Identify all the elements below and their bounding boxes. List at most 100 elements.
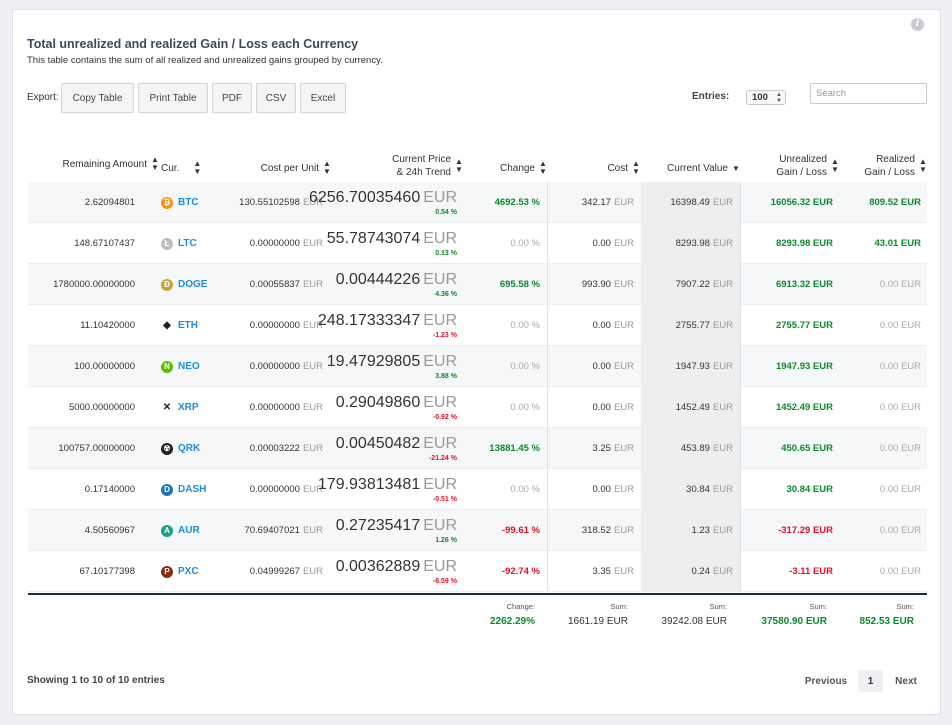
card-subtitle: This table contains the sum of all reali… bbox=[27, 55, 383, 66]
current-value-cell: 30.84 EUR bbox=[686, 484, 733, 495]
realized-gain-cell: 0.00 EUR bbox=[879, 320, 921, 331]
pdf-button[interactable]: PDF bbox=[212, 83, 252, 113]
entries-select[interactable]: 100 ▲ ▼ bbox=[746, 90, 786, 105]
current-value-cell: 16398.49 EUR bbox=[670, 197, 733, 208]
copy-table-button[interactable]: Copy Table bbox=[61, 83, 134, 113]
cost-per-unit-cell: 0.00000000 EUR bbox=[249, 320, 323, 331]
currency-cell[interactable]: P PXC bbox=[161, 551, 199, 592]
header-currency[interactable]: Cur. ▲ ▼ bbox=[161, 160, 206, 176]
unrealized-gain-cell: 30.84 EUR bbox=[786, 484, 833, 495]
realized-gain-cell: 0.00 EUR bbox=[879, 566, 921, 577]
cost-per-unit-cell: 70.69407021 EUR bbox=[244, 525, 323, 536]
remaining-amount-cell: 148.67107437 bbox=[74, 238, 135, 249]
remaining-amount-cell: 100757.00000000 bbox=[58, 443, 135, 454]
table-row: 1780000.00000000 Ð DOGE 0.00055837 EUR 0.0044… bbox=[28, 264, 927, 305]
header-current-value[interactable]: Current Value ▼ bbox=[643, 162, 740, 175]
header-remaining-amount[interactable]: Remaining Amount ▲ ▼ bbox=[33, 156, 159, 172]
cost-cell: 993.90 EUR bbox=[581, 279, 634, 290]
cost-per-unit-cell: 0.00000000 EUR bbox=[249, 361, 323, 372]
currency-link[interactable]: PXC bbox=[178, 566, 199, 577]
cost-per-unit-cell: 0.00000000 EUR bbox=[249, 238, 323, 249]
print-table-button[interactable]: Print Table bbox=[138, 83, 208, 113]
cost-per-unit-cell: 0.00055837 EUR bbox=[249, 279, 323, 290]
cost-per-unit-cell: 0.04999267 EUR bbox=[249, 566, 323, 577]
header-change[interactable]: Change ▲ ▼ bbox=[473, 160, 547, 176]
currency-link[interactable]: QRK bbox=[178, 443, 200, 454]
pagination-next[interactable]: Next bbox=[887, 670, 925, 692]
search-input[interactable] bbox=[810, 83, 927, 104]
header-realized[interactable]: Realized Gain / Loss ▲ ▼ bbox=[843, 153, 927, 179]
currency-cell[interactable]: ◆ ETH bbox=[161, 305, 198, 346]
dogecoin-icon: Ð bbox=[161, 278, 173, 291]
current-price-cell: 19.47929805 EUR 3.88 % bbox=[326, 353, 457, 380]
pagination-page-1[interactable]: 1 bbox=[858, 670, 883, 692]
remaining-amount-cell: 0.17140000 bbox=[84, 484, 135, 495]
cost-cell: 3.25 EUR bbox=[592, 443, 634, 454]
current-price-cell: 0.00444226 EUR 4.36 % bbox=[335, 271, 457, 298]
unrealized-gain-cell: 1947.93 EUR bbox=[775, 361, 833, 372]
sort-icon: ▲ ▼ bbox=[632, 159, 640, 176]
cost-cell: 0.00 EUR bbox=[592, 484, 634, 495]
currency-cell[interactable]: A AUR bbox=[161, 510, 200, 551]
currency-link[interactable]: NEO bbox=[178, 361, 200, 372]
csv-button[interactable]: CSV bbox=[256, 83, 296, 113]
current-value-cell: 1.23 EUR bbox=[691, 525, 733, 536]
unrealized-gain-cell: 1452.49 EUR bbox=[775, 402, 833, 413]
realized-gain-cell: 0.00 EUR bbox=[879, 361, 921, 372]
change-cell: 0.00 % bbox=[510, 484, 540, 495]
remaining-amount-cell: 5000.00000000 bbox=[68, 402, 135, 413]
currency-cell[interactable]: N NEO bbox=[161, 346, 200, 387]
excel-button[interactable]: Excel bbox=[300, 83, 346, 113]
header-cost-per-unit[interactable]: Cost per Unit ▲ ▼ bbox=[213, 159, 331, 176]
litecoin-icon: Ł bbox=[161, 237, 173, 250]
unrealized-gain-cell: 2755.77 EUR bbox=[775, 320, 833, 331]
info-icon[interactable]: i bbox=[911, 18, 924, 31]
currency-link[interactable]: XRP bbox=[178, 402, 199, 413]
current-price-cell: 248.17333347 EUR -1.23 % bbox=[317, 312, 457, 339]
currency-link[interactable]: BTC bbox=[178, 197, 199, 208]
currency-cell[interactable]: Ð DOGE bbox=[161, 264, 207, 305]
remaining-amount-cell: 11.10420000 bbox=[80, 320, 135, 331]
sort-icon: ▲ ▼ bbox=[831, 157, 839, 174]
current-price-cell: 0.27235417 EUR 1.26 % bbox=[335, 517, 457, 544]
current-value-cell: 453.89 EUR bbox=[680, 443, 733, 454]
footer-change-value: 2262.29% bbox=[489, 616, 535, 627]
currency-cell[interactable]: ✕ XRP bbox=[161, 387, 199, 428]
current-value-cell: 2755.77 EUR bbox=[675, 320, 733, 331]
auroracoin-icon: A bbox=[161, 524, 173, 537]
currency-link[interactable]: LTC bbox=[178, 238, 197, 249]
cost-per-unit-cell: 0.00000000 EUR bbox=[249, 484, 323, 495]
currency-cell[interactable]: ₿ BTC bbox=[161, 182, 199, 223]
remaining-amount-cell: 100.00000000 bbox=[74, 361, 135, 372]
trend-24h: -0.92 % bbox=[432, 414, 457, 421]
sort-icon: ▲ ▼ bbox=[455, 157, 463, 174]
header-unrealized[interactable]: Unrealized Gain / Loss ▲ ▼ bbox=[753, 153, 839, 179]
currency-cell[interactable]: D DASH bbox=[161, 469, 206, 510]
ripple-icon: ✕ bbox=[162, 402, 172, 413]
currency-cell[interactable]: Ł LTC bbox=[161, 223, 197, 264]
remaining-amount-cell: 1780000.00000000 bbox=[53, 279, 135, 290]
quark-icon: ☢ bbox=[161, 442, 173, 455]
entries-label: Entries: bbox=[692, 91, 730, 102]
sort-icon: ▲ ▼ bbox=[323, 159, 331, 176]
table-row: 100757.00000000 ☢ QRK 0.00003222 EUR 0.004504… bbox=[28, 428, 927, 469]
table-footer-line bbox=[28, 593, 927, 595]
footer-cv-label: Sum: bbox=[709, 602, 727, 611]
footer-cost-value: 1661.19 EUR bbox=[567, 616, 628, 627]
change-cell: 0.00 % bbox=[510, 238, 540, 249]
sort-icon: ▲ ▼ bbox=[919, 157, 927, 174]
header-current-price[interactable]: Current Price & 24h Trend ▲ ▼ bbox=[343, 153, 463, 179]
cost-per-unit-cell: 0.00003222 EUR bbox=[249, 443, 323, 454]
currency-link[interactable]: DOGE bbox=[178, 279, 207, 290]
current-price-cell: 0.00362889 EUR -6.59 % bbox=[335, 558, 457, 585]
currency-link[interactable]: AUR bbox=[178, 525, 200, 536]
remaining-amount-cell: 4.50560967 bbox=[84, 525, 135, 536]
header-cost[interactable]: Cost ▲ ▼ bbox=[573, 159, 640, 176]
currency-cell[interactable]: ☢ QRK bbox=[161, 428, 200, 469]
unrealized-gain-cell: -317.29 EUR bbox=[778, 525, 833, 536]
showing-entries-text: Showing 1 to 10 of 10 entries bbox=[27, 675, 165, 686]
remaining-amount-cell: 67.10177398 bbox=[79, 566, 135, 577]
currency-link[interactable]: DASH bbox=[178, 484, 206, 495]
currency-link[interactable]: ETH bbox=[178, 320, 198, 331]
pagination-previous[interactable]: Previous bbox=[796, 670, 856, 692]
